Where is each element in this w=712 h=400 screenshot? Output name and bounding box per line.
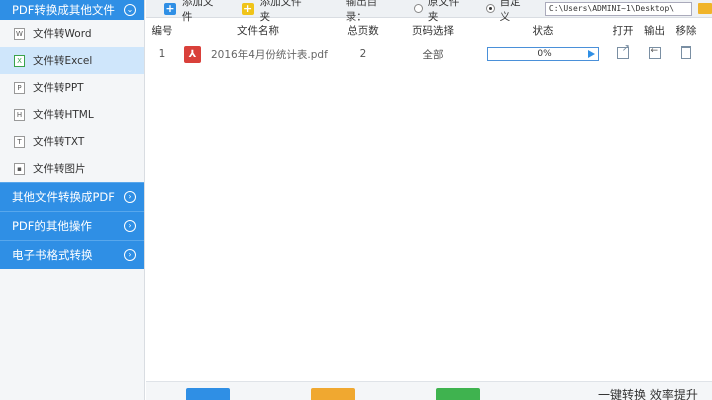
row-page-range[interactable]: 全部 bbox=[388, 47, 478, 62]
output-path-field[interactable]: C:\Users\ADMINI~1\Desktop\ bbox=[544, 1, 693, 16]
browse-folder-icon[interactable] bbox=[698, 3, 712, 14]
header-name: 文件名称 bbox=[237, 24, 279, 37]
section-pdf-to-other-label: PDF转换成其他文件 bbox=[12, 3, 115, 17]
sidebar-item-label: 文件转PPT bbox=[33, 82, 84, 94]
section-pdf-to-other[interactable]: PDF转换成其他文件 ⌄ bbox=[0, 0, 144, 20]
section-label: 电子书格式转换 bbox=[12, 248, 93, 262]
chevron-right-icon: › bbox=[124, 191, 136, 203]
header-open: 打开 bbox=[612, 24, 634, 37]
play-icon[interactable] bbox=[588, 50, 595, 58]
sidebar-item-label: 文件转Word bbox=[33, 28, 92, 40]
row-status-cell: 0% bbox=[478, 47, 608, 61]
toolbar: + 添加文件 + 添加文件夹 输出目录： 原文件夹 自定义 C:\Users\A… bbox=[146, 0, 712, 23]
row-no: 1 bbox=[158, 48, 166, 60]
sidebar-item-image[interactable]: ▪ 文件转图片 bbox=[0, 155, 144, 182]
sidebar-item-word[interactable]: W 文件转Word bbox=[0, 20, 144, 47]
ppt-convert-icon[interactable] bbox=[311, 388, 355, 400]
chevron-down-icon: ⌄ bbox=[124, 4, 136, 16]
section-label: PDF的其他操作 bbox=[12, 219, 92, 233]
excel-file-icon: X bbox=[14, 54, 25, 67]
sidebar-item-label: 文件转图片 bbox=[33, 163, 86, 175]
row-pages: 2 bbox=[359, 48, 367, 60]
row-file-name: 2016年4月份统计表.pdf bbox=[211, 48, 328, 61]
trash-icon[interactable] bbox=[681, 46, 691, 59]
sidebar-item-excel[interactable]: X 文件转Excel bbox=[0, 47, 144, 74]
plus-icon: + bbox=[241, 1, 254, 15]
sidebar-item-ppt[interactable]: P 文件转PPT bbox=[0, 74, 144, 101]
sidebar-item-label: 文件转TXT bbox=[33, 136, 85, 148]
progress-text: 0% bbox=[537, 49, 552, 59]
output-folder-icon[interactable] bbox=[648, 46, 661, 59]
html-file-icon: H bbox=[14, 108, 25, 121]
header-remove: 移除 bbox=[675, 24, 697, 37]
open-external-icon[interactable] bbox=[617, 43, 630, 59]
header-range: 页码选择 bbox=[412, 24, 454, 37]
excel-convert-icon[interactable] bbox=[436, 388, 480, 400]
word-convert-icon[interactable] bbox=[186, 388, 230, 400]
progress-bar: 0% bbox=[487, 47, 599, 61]
chevron-right-icon: › bbox=[124, 220, 136, 232]
table-row[interactable]: 1 ⅄ 2016年4月份统计表.pdf 2 全部 0% bbox=[146, 42, 712, 66]
sidebar-item-label: 文件转Excel bbox=[33, 55, 93, 67]
sidebar-item-html[interactable]: H 文件转HTML bbox=[0, 101, 144, 128]
section-pdf-other-ops[interactable]: PDF的其他操作 › bbox=[0, 211, 144, 240]
txt-file-icon: T bbox=[14, 135, 25, 148]
sidebar-other-sections: 其他文件转换成PDF › PDF的其他操作 › 电子书格式转换 › bbox=[0, 182, 144, 269]
header-no: 编号 bbox=[151, 24, 173, 37]
pdf-file-icon: ⅄ bbox=[184, 45, 201, 63]
table-header: 编号 文件名称 总页数 页码选择 状态 打开 输出 移除 bbox=[146, 20, 712, 40]
image-file-icon: ▪ bbox=[14, 162, 25, 175]
word-file-icon: W bbox=[14, 27, 25, 40]
section-other-to-pdf[interactable]: 其他文件转换成PDF › bbox=[0, 182, 144, 211]
plus-icon: + bbox=[164, 1, 176, 15]
section-label: 其他文件转换成PDF bbox=[12, 190, 115, 204]
chevron-right-icon: › bbox=[124, 249, 136, 261]
sidebar: PDF转换成其他文件 ⌄ W 文件转Word X 文件转Excel P 文件转P… bbox=[0, 0, 145, 400]
ppt-file-icon: P bbox=[14, 81, 25, 94]
row-open-cell bbox=[608, 43, 638, 62]
row-remove-cell bbox=[671, 46, 701, 62]
row-output-cell bbox=[638, 46, 671, 62]
section-ebook-convert[interactable]: 电子书格式转换 › bbox=[0, 240, 144, 269]
header-pages: 总页数 bbox=[347, 24, 379, 37]
radio-checked-icon bbox=[485, 4, 495, 13]
slogan-text: 一键转换 效率提升 bbox=[598, 388, 698, 400]
header-status: 状态 bbox=[532, 24, 554, 37]
sidebar-item-txt[interactable]: T 文件转TXT bbox=[0, 128, 144, 155]
row-name-cell: ⅄ 2016年4月份统计表.pdf bbox=[178, 45, 338, 63]
sidebar-item-label: 文件转HTML bbox=[33, 109, 94, 121]
header-output: 输出 bbox=[644, 24, 665, 37]
bottom-bar: 一键转换 效率提升 bbox=[146, 381, 712, 400]
radio-icon bbox=[413, 4, 423, 13]
